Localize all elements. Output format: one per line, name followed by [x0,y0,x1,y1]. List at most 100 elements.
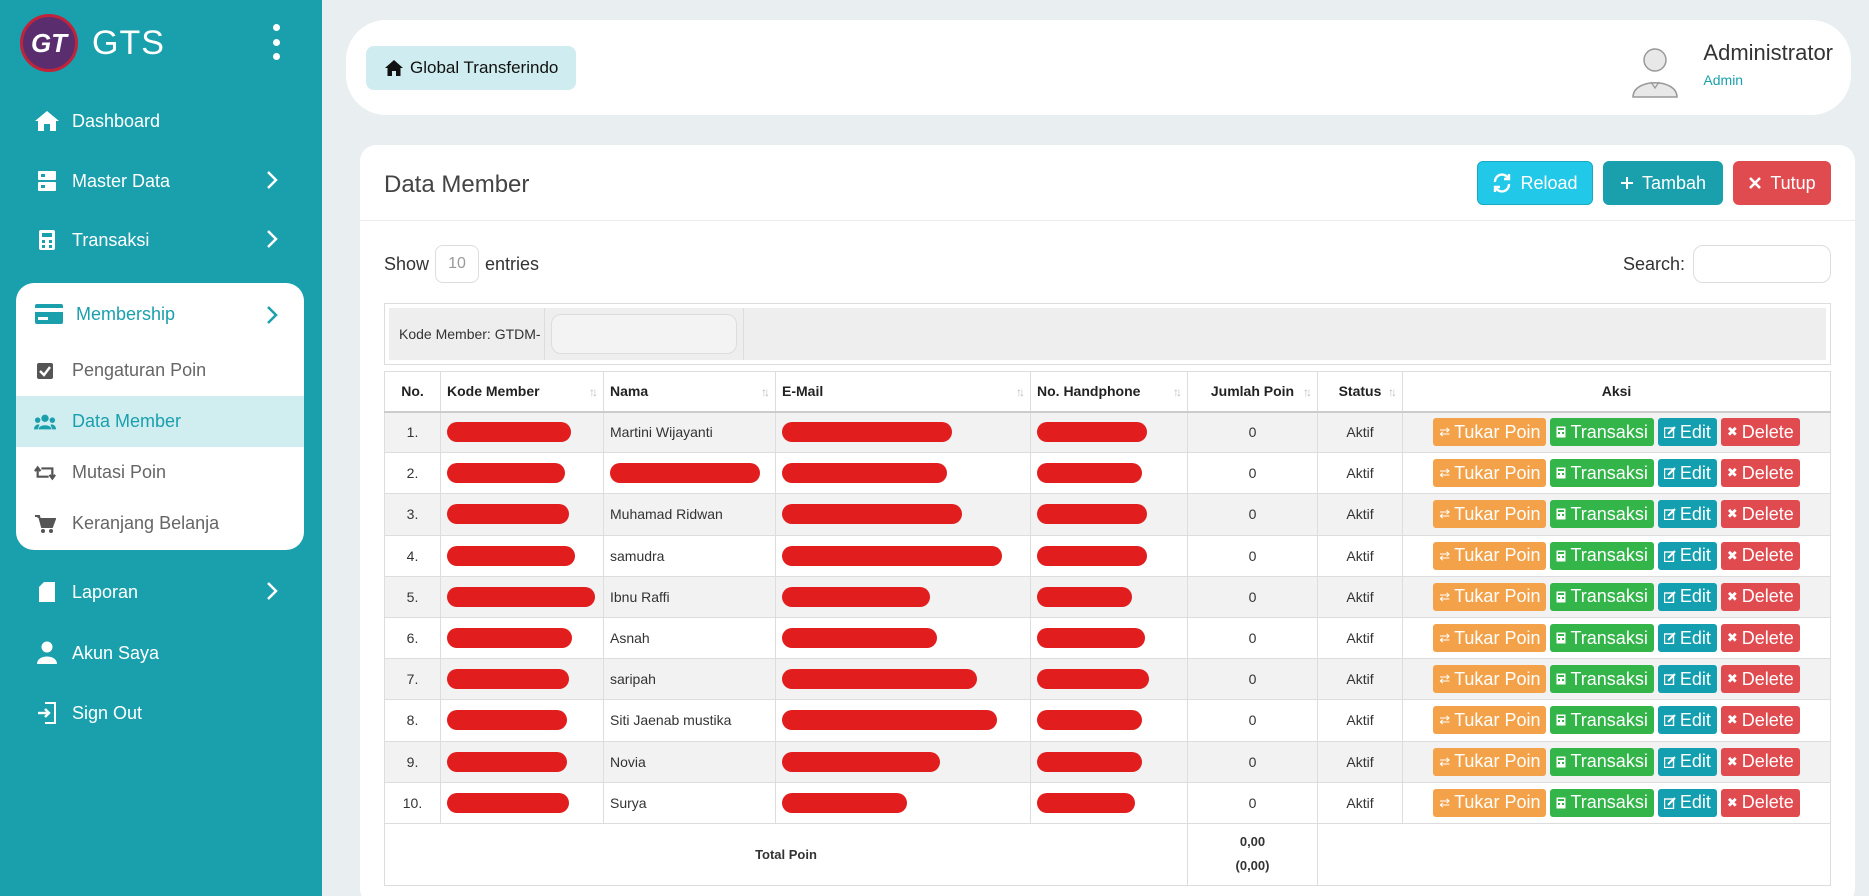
delete-button[interactable]: ✖ Delete [1720,459,1800,488]
transaksi-button[interactable]: Transaksi [1550,582,1654,611]
nama-cell: saripah [603,658,776,701]
transaksi-button[interactable]: Transaksi [1550,541,1654,570]
edit-button[interactable]: Edit [1657,747,1717,776]
sidebar-item-data-member[interactable]: Data Member [16,396,304,447]
sidebar-item-membership[interactable]: Membership [16,283,304,345]
avatar [1632,48,1679,98]
tukar-poin-button[interactable]: ⇄ Tukar Poin [1433,418,1547,447]
transaksi-button[interactable]: Transaksi [1550,706,1654,735]
tukar-poin-button[interactable]: ⇄ Tukar Poin [1433,582,1547,611]
status-cell: Aktif [1317,658,1403,701]
tukar-poin-button[interactable]: ⇄ Tukar Poin [1433,459,1547,488]
table-row: 1. Martini Wijayanti 0 Aktif ⇄ Tukar Poin Tran… [384,410,1831,454]
transaksi-button[interactable]: Transaksi [1550,747,1654,776]
column-header[interactable]: Nama ↑↓ [603,371,776,413]
column-header[interactable]: E-Mail ↑↓ [775,371,1031,413]
sidebar-item-transaksi[interactable]: Transaksi [0,215,322,265]
tukar-poin-button[interactable]: ⇄ Tukar Poin [1433,747,1547,776]
redacted-value [1037,504,1147,525]
transaksi-button[interactable]: Transaksi [1550,500,1654,529]
email-cell [775,452,1031,495]
transaksi-button[interactable]: Transaksi [1550,459,1654,488]
breadcrumb[interactable]: Global Transferindo [366,46,577,90]
refresh-icon [1492,173,1512,193]
delete-button[interactable]: ✖ Delete [1720,418,1800,447]
jumlah-poin-cell: 0 [1187,452,1318,495]
phone-cell [1030,452,1188,495]
edit-button[interactable]: Edit [1657,541,1717,570]
close-button[interactable]: Tutup [1733,161,1831,205]
entries-select[interactable]: 10 [435,245,480,283]
actions-cell: ⇄ Tukar Poin Transaksi Edit ✖ Delete [1402,493,1831,536]
transaksi-button[interactable]: Transaksi [1550,624,1654,653]
card-header: Data Member Reload Tambah Tutup [360,145,1855,221]
column-header[interactable]: No. Handphone ↑↓ [1030,371,1188,413]
nama-cell: Martini Wijayanti [603,410,776,454]
column-header[interactable]: No. [384,371,441,413]
jumlah-poin-cell: 0 [1187,616,1318,660]
delete-button[interactable]: ✖ Delete [1720,788,1800,817]
edit-button[interactable]: Edit [1657,788,1717,817]
edit-button[interactable]: Edit [1657,582,1717,611]
user-role: Admin [1703,72,1744,88]
search-label: Search: [1622,253,1685,274]
user-menu[interactable]: Administrator Admin [1627,40,1833,98]
tukar-poin-button[interactable]: ⇄ Tukar Poin [1433,665,1547,694]
search-input[interactable] [1693,245,1831,283]
table-row: 9. Novia 0 Aktif ⇄ Tukar Poin Transaksi Edit ✖ De… [384,740,1831,783]
delete-button[interactable]: ✖ Delete [1720,582,1800,611]
column-header[interactable]: Jumlah Poin ↑↓ [1187,371,1318,413]
edit-button[interactable]: Edit [1657,624,1717,653]
sidebar-item-sign-out[interactable]: Sign Out [0,688,322,738]
add-button[interactable]: Tambah [1603,161,1723,205]
column-header[interactable]: Kode Member ↑↓ [440,371,604,413]
status-cell: Aktif [1317,699,1403,742]
delete-button[interactable]: ✖ Delete [1720,541,1800,570]
tukar-poin-button[interactable]: ⇄ Tukar Poin [1433,706,1547,735]
transaksi-button[interactable]: Transaksi [1550,788,1654,817]
row-number: 5. [384,575,441,618]
edit-button[interactable]: Edit [1657,459,1717,488]
exchange-icon: ⇄ [1439,547,1451,563]
edit-icon [1663,591,1676,603]
sidebar-menu-toggle-icon[interactable] [268,24,284,60]
sidebar-item-pengaturan-poin[interactable]: Pengaturan Poin [16,345,304,396]
kode-member-filter-input[interactable] [551,314,737,354]
reload-button[interactable]: Reload [1477,161,1593,205]
sidebar-item-keranjang-belanja[interactable]: Keranjang Belanja [16,498,304,549]
email-cell [775,781,1031,824]
tukar-poin-button[interactable]: ⇄ Tukar Poin [1433,624,1547,653]
delete-button[interactable]: ✖ Delete [1720,706,1800,735]
jumlah-poin-cell: 0 [1187,493,1318,536]
row-number: 9. [384,740,441,783]
page-title: Data Member [384,171,530,198]
tukar-poin-button[interactable]: ⇄ Tukar Poin [1433,500,1547,529]
tukar-poin-button[interactable]: ⇄ Tukar Poin [1433,788,1547,817]
transaksi-button[interactable]: Transaksi [1550,665,1654,694]
jumlah-poin-cell: 0 [1187,658,1318,701]
redacted-value [782,504,962,525]
sidebar-item-laporan[interactable]: Laporan [0,567,322,617]
edit-button[interactable]: Edit [1657,665,1717,694]
edit-icon [1663,714,1676,727]
delete-button[interactable]: ✖ Delete [1720,624,1800,653]
calculator-icon [1556,714,1566,726]
sidebar-item-akun-saya[interactable]: Akun Saya [0,628,322,678]
calculator-icon [34,227,60,253]
close-icon: ✖ [1726,712,1738,728]
edit-button[interactable]: Edit [1657,706,1717,735]
edit-button[interactable]: Edit [1657,418,1717,447]
redacted-value [447,710,567,731]
sidebar-item-mutasi-poin[interactable]: Mutasi Poin [16,447,304,498]
tukar-poin-button[interactable]: ⇄ Tukar Poin [1433,541,1547,570]
delete-button[interactable]: ✖ Delete [1720,747,1800,776]
redacted-value [447,628,572,649]
exchange-icon: ⇄ [1439,753,1451,769]
sidebar-item-master-data[interactable]: Master Data [0,156,322,206]
edit-button[interactable]: Edit [1657,500,1717,529]
sidebar-item-dashboard[interactable]: Dashboard [0,96,322,146]
delete-button[interactable]: ✖ Delete [1720,500,1800,529]
transaksi-button[interactable]: Transaksi [1550,418,1654,447]
column-header[interactable]: Status ↑↓ [1317,371,1403,413]
delete-button[interactable]: ✖ Delete [1720,665,1800,694]
